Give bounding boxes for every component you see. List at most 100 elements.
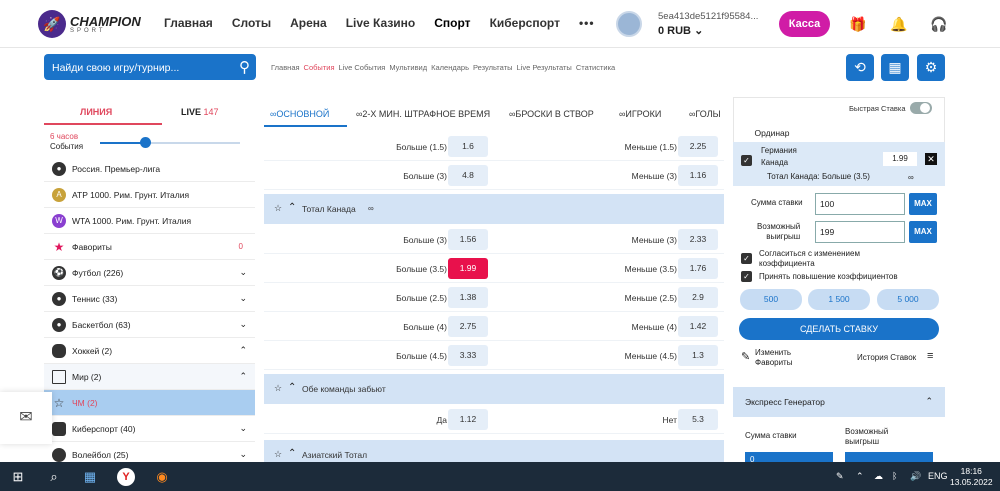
sidebar-item-world-cup[interactable]: ☆ ЧМ (2) [44,390,255,416]
search-icon[interactable]: ⚲ [239,58,250,76]
odd-button[interactable]: 1.6 [448,136,488,157]
subnav-calendar[interactable]: Календарь [431,63,469,72]
subnav-multiview[interactable]: Мультивид [389,63,427,72]
sidebar-item-hockey[interactable]: Хоккей (2) ⌃ [44,338,255,364]
bluetooth-icon[interactable]: ᛒ [892,471,897,481]
bet-history-link[interactable]: История Ставок [857,353,916,362]
tab-penalty-time[interactable]: ∞2-Х МИН. ШТРАФНОЕ ВРЕМЯ [356,109,490,119]
accept-change-checkbox[interactable]: ✓ [741,253,752,264]
subnav-home[interactable]: Главная [271,63,300,72]
subnav-live-results[interactable]: Live Результаты [516,63,571,72]
subnav-events[interactable]: События [304,63,335,72]
edit-favorites-link[interactable]: Изменить Фавориты [755,348,792,368]
firefox-icon[interactable]: ◉ [153,468,171,486]
search-input[interactable]: Найди свою игру/турнир... ⚲ [44,54,256,80]
sidebar-item-basketball[interactable]: ● Баскетбол (63) ⌄ [44,312,255,338]
gift-icon[interactable]: 🎁 [849,16,866,32]
odd-button-selected[interactable]: 1.99 [448,258,488,279]
sidebar-item-football[interactable]: ⚽ Футбол (226) ⌄ [44,260,255,286]
sidebar-item-russia-premier[interactable]: ● Россия. Премьер-лига [44,156,255,182]
search-icon[interactable]: ⌕ [45,468,63,486]
quick-bet-toggle[interactable] [910,102,932,114]
odd-button[interactable]: 3.33 [448,345,488,366]
gear-icon[interactable]: ⚙ [917,54,945,81]
quick-amount-button[interactable]: 1 500 [808,289,870,310]
tab-live[interactable]: LIVE 147 [181,107,219,117]
market-header-total-canada[interactable]: ☆ ⌃ Тотал Канада ∞ [264,194,724,224]
keyboard-language[interactable]: ENG [928,471,948,481]
accept-increase-checkbox[interactable]: ✓ [741,271,752,282]
nav-more[interactable]: ••• [579,16,595,30]
odd-button[interactable]: 1.56 [448,229,488,250]
sidebar-item-volleyball[interactable]: Волейбол (25) ⌄ [44,442,255,462]
odd-button[interactable]: 5.3 [678,409,718,430]
tab-goals[interactable]: ∞ГОЛЫ [689,109,721,119]
odd-button[interactable]: 1.42 [678,316,718,337]
nav-slots[interactable]: Слоты [232,16,271,30]
mail-icon[interactable]: ✉ [0,392,52,444]
sidebar-item-wta[interactable]: W WTA 1000. Рим. Грунт. Италия [44,208,255,234]
odd-button[interactable]: 2.33 [678,229,718,250]
edit-icon[interactable]: ✎ [741,350,750,363]
stake-input[interactable]: 100 [815,193,905,215]
subnav-statistics[interactable]: Статистика [576,63,615,72]
account-balance[interactable]: 0 RUB ⌄ [658,24,703,37]
close-icon[interactable]: ✕ [925,153,937,165]
odd-button[interactable]: 2.75 [448,316,488,337]
nav-esports[interactable]: Киберспорт [490,16,560,30]
sidebar-item-favorites[interactable]: ★ Фавориты 0 [44,234,255,260]
tab-shots[interactable]: ∞БРОСКИ В СТВОР [509,109,594,119]
odd-button[interactable]: 1.16 [678,165,718,186]
system-clock[interactable]: 18:16 13.05.2022 [950,466,993,488]
slider-handle[interactable] [140,137,151,148]
odd-button[interactable]: 2.9 [678,287,718,308]
sidebar-item-world[interactable]: Мир (2) ⌃ [44,364,255,390]
sidebar-item-tennis[interactable]: ● Теннис (33) ⌄ [44,286,255,312]
max-stake-button[interactable]: MAX [909,193,937,215]
bell-icon[interactable]: 🔔 [890,16,907,32]
quick-amount-button[interactable]: 500 [740,289,802,310]
quick-amount-button[interactable]: 5 000 [877,289,939,310]
avatar[interactable] [616,11,642,37]
subnav-results[interactable]: Результаты [473,63,513,72]
nav-arena[interactable]: Арена [290,16,327,30]
sidebar-item-esports[interactable]: Киберспорт (40) ⌄ [44,416,255,442]
pen-icon[interactable]: ✎ [836,471,844,482]
odd-button[interactable]: 1.38 [448,287,488,308]
odd-button[interactable]: 1.3 [678,345,718,366]
windows-start-icon[interactable]: ⊞ [9,468,27,486]
menu-icon[interactable]: ≡ [927,350,933,362]
odd-button[interactable]: 1.76 [678,258,718,279]
volume-icon[interactable]: 🔊 [910,471,921,482]
tab-line[interactable]: ЛИНИЯ [80,107,112,117]
sidebar-item-atp[interactable]: A ATP 1000. Рим. Грунт. Италия [44,182,255,208]
calculator-icon[interactable]: ▦ [881,54,909,81]
champion-logo[interactable]: 🚀 CHAMPION SPORT [38,10,141,38]
tab-single[interactable]: Ординар [738,123,806,143]
onedrive-icon[interactable]: ☁ [874,471,883,482]
selection-checkbox[interactable]: ✓ [741,155,752,166]
star-outline-icon[interactable]: ☆ [274,449,282,460]
nav-sport[interactable]: Спорт [434,16,470,30]
star-outline-icon[interactable]: ☆ [274,203,282,214]
place-bet-button[interactable]: СДЕЛАТЬ СТАВКУ [739,318,939,340]
market-header-both-score[interactable]: ☆ ⌃ Обе команды забьют [264,374,724,404]
express-stake-input[interactable]: 0 [745,452,833,462]
star-outline-icon[interactable]: ☆ [274,383,282,394]
nav-home[interactable]: Главная [164,16,213,30]
subnav-live-events[interactable]: Live События [339,63,386,72]
express-generator-header[interactable]: Экспресс Генератор ⌃ [733,387,945,417]
tab-main[interactable]: ∞ОСНОВНОЙ [270,109,329,119]
market-header-asian-total[interactable]: ☆ ⌃ Азиатский Тотал [264,440,724,462]
nav-live-casino[interactable]: Live Казино [346,16,416,30]
max-win-button[interactable]: MAX [909,221,937,243]
odd-button[interactable]: 2.25 [678,136,718,157]
tab-players[interactable]: ∞ИГРОКИ [619,109,661,119]
odd-button[interactable]: 1.12 [448,409,488,430]
kassa-button[interactable]: Касса [779,11,830,37]
calculator-app-icon[interactable]: ▦ [81,468,99,486]
chevron-up-icon[interactable]: ⌃ [856,471,864,482]
odd-button[interactable]: 4.8 [448,165,488,186]
headset-icon[interactable]: 🎧 [930,16,947,32]
yandex-browser-icon[interactable]: Y [117,468,135,486]
